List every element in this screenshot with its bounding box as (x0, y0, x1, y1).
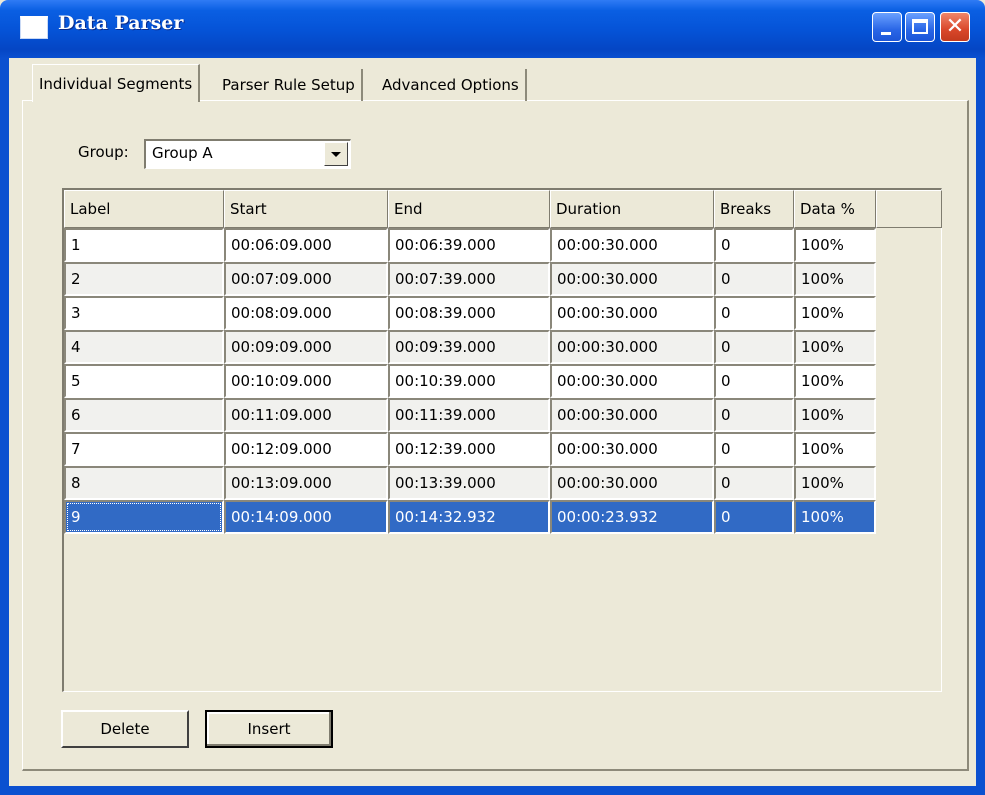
cell-label[interactable]: 2 (64, 262, 224, 296)
cell-end[interactable]: 00:09:39.000 (388, 330, 550, 364)
maximize-icon (912, 19, 928, 34)
column-header-duration[interactable]: Duration (550, 190, 714, 228)
cell-start[interactable]: 00:07:09.000 (224, 262, 388, 296)
cell-end[interactable]: 00:13:39.000 (388, 466, 550, 500)
cell-start[interactable]: 00:06:09.000 (224, 228, 388, 262)
table-header: Label Start End Duration Breaks Data % (64, 190, 942, 228)
cell-duration[interactable]: 00:00:30.000 (550, 466, 714, 500)
cell-breaks[interactable]: 0 (714, 398, 794, 432)
cell-data-percent[interactable]: 100% (794, 466, 876, 500)
cell-data-percent[interactable]: 100% (794, 228, 876, 262)
cell-end[interactable]: 00:08:39.000 (388, 296, 550, 330)
close-button[interactable]: ✕ (940, 12, 970, 42)
column-header-data-percent[interactable]: Data % (794, 190, 876, 228)
table-row-selected[interactable]: 9 00:14:09.000 00:14:32.932 00:00:23.932… (64, 500, 876, 534)
cell-breaks[interactable]: 0 (714, 262, 794, 296)
cell-start[interactable]: 00:08:09.000 (224, 296, 388, 330)
cell-data-percent[interactable]: 100% (794, 296, 876, 330)
cell-breaks[interactable]: 0 (714, 432, 794, 466)
cell-data-percent[interactable]: 100% (794, 432, 876, 466)
tab-advanced-options[interactable]: Advanced Options (376, 69, 527, 101)
cell-data-percent[interactable]: 100% (794, 330, 876, 364)
cell-end[interactable]: 00:14:32.932 (388, 500, 550, 534)
cell-end[interactable]: 00:12:39.000 (388, 432, 550, 466)
column-header-label[interactable]: Label (64, 190, 224, 228)
cell-breaks[interactable]: 0 (714, 330, 794, 364)
segments-table[interactable]: Label Start End Duration Breaks Data % 1… (62, 188, 942, 692)
cell-label[interactable]: 7 (64, 432, 224, 466)
minimize-icon (881, 32, 891, 35)
cell-label[interactable]: 5 (64, 364, 224, 398)
column-header-filler (876, 190, 942, 228)
cell-end[interactable]: 00:07:39.000 (388, 262, 550, 296)
cell-data-percent[interactable]: 100% (794, 364, 876, 398)
title-bar[interactable]: Data Parser ✕ (0, 0, 985, 58)
table-row[interactable]: 1 00:06:09.000 00:06:39.000 00:00:30.000… (64, 228, 876, 262)
column-header-start[interactable]: Start (224, 190, 388, 228)
window-icon (20, 16, 48, 39)
tab-parser-rule-setup[interactable]: Parser Rule Setup (216, 69, 363, 101)
table-row[interactable]: 4 00:09:09.000 00:09:39.000 00:00:30.000… (64, 330, 876, 364)
cell-data-percent[interactable]: 100% (794, 262, 876, 296)
cell-duration[interactable]: 00:00:30.000 (550, 364, 714, 398)
cell-label[interactable]: 4 (64, 330, 224, 364)
table-row[interactable]: 3 00:08:09.000 00:08:39.000 00:00:30.000… (64, 296, 876, 330)
cell-end[interactable]: 00:11:39.000 (388, 398, 550, 432)
cell-start[interactable]: 00:14:09.000 (224, 500, 388, 534)
chevron-down-icon[interactable] (324, 142, 348, 166)
tab-individual-segments[interactable]: Individual Segments (32, 64, 201, 102)
cell-breaks[interactable]: 0 (714, 500, 794, 534)
window-frame-right (976, 58, 985, 795)
cell-end[interactable]: 00:06:39.000 (388, 228, 550, 262)
column-header-end[interactable]: End (388, 190, 550, 228)
cell-start[interactable]: 00:10:09.000 (224, 364, 388, 398)
cell-breaks[interactable]: 0 (714, 228, 794, 262)
cell-breaks[interactable]: 0 (714, 364, 794, 398)
cell-duration[interactable]: 00:00:30.000 (550, 432, 714, 466)
column-header-breaks[interactable]: Breaks (714, 190, 794, 228)
cell-label[interactable]: 8 (64, 466, 224, 500)
cell-duration[interactable]: 00:00:30.000 (550, 296, 714, 330)
table-row[interactable]: 6 00:11:09.000 00:11:39.000 00:00:30.000… (64, 398, 876, 432)
table-row[interactable]: 5 00:10:09.000 00:10:39.000 00:00:30.000… (64, 364, 876, 398)
cell-end[interactable]: 00:10:39.000 (388, 364, 550, 398)
cell-label[interactable]: 9 (64, 500, 224, 534)
group-label: Group: (78, 143, 129, 161)
group-select[interactable]: Group A (144, 139, 351, 169)
close-icon: ✕ (945, 14, 965, 39)
cell-label[interactable]: 3 (64, 296, 224, 330)
cell-breaks[interactable]: 0 (714, 466, 794, 500)
cell-duration[interactable]: 00:00:30.000 (550, 262, 714, 296)
cell-duration[interactable]: 00:00:30.000 (550, 398, 714, 432)
maximize-button[interactable] (905, 12, 935, 42)
cell-label[interactable]: 6 (64, 398, 224, 432)
group-select-value: Group A (152, 144, 213, 162)
data-parser-window: Data Parser ✕ Individual Segments Parser… (0, 0, 985, 795)
cell-label[interactable]: 1 (64, 228, 224, 262)
cell-duration[interactable]: 00:00:23.932 (550, 500, 714, 534)
window-frame-bottom (0, 786, 985, 795)
cell-start[interactable]: 00:09:09.000 (224, 330, 388, 364)
window-frame-left (0, 58, 9, 795)
minimize-button[interactable] (872, 12, 902, 42)
delete-button[interactable]: Delete (61, 710, 189, 748)
cell-breaks[interactable]: 0 (714, 296, 794, 330)
window-title: Data Parser (58, 12, 184, 34)
cell-duration[interactable]: 00:00:30.000 (550, 228, 714, 262)
cell-start[interactable]: 00:12:09.000 (224, 432, 388, 466)
insert-button[interactable]: Insert (205, 710, 333, 748)
cell-data-percent[interactable]: 100% (794, 398, 876, 432)
table-row[interactable]: 2 00:07:09.000 00:07:39.000 00:00:30.000… (64, 262, 876, 296)
cell-duration[interactable]: 00:00:30.000 (550, 330, 714, 364)
cell-start[interactable]: 00:13:09.000 (224, 466, 388, 500)
cell-data-percent[interactable]: 100% (794, 500, 876, 534)
table-row[interactable]: 8 00:13:09.000 00:13:39.000 00:00:30.000… (64, 466, 876, 500)
table-row[interactable]: 7 00:12:09.000 00:12:39.000 00:00:30.000… (64, 432, 876, 466)
cell-start[interactable]: 00:11:09.000 (224, 398, 388, 432)
